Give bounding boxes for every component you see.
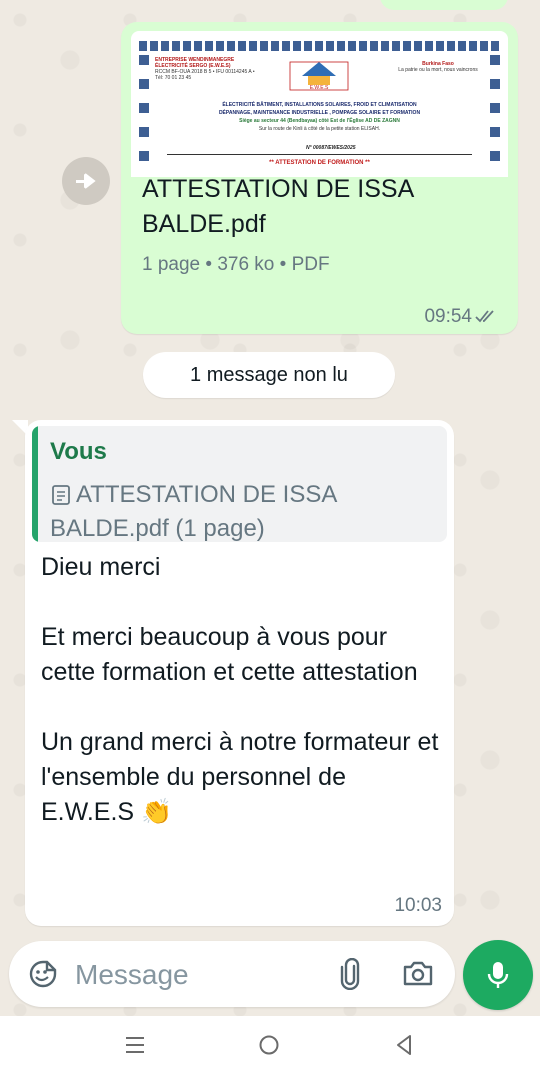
document-meta: 1 page • 376 ko • PDF [142, 254, 330, 275]
camera-icon[interactable] [402, 959, 434, 987]
incoming-message-bubble[interactable]: Vous ATTESTATION DE ISSA BALDE.pdf (1 pa… [25, 420, 454, 926]
svg-text:E.W.E.S: E.W.E.S [310, 85, 329, 91]
recents-icon[interactable] [124, 1034, 146, 1056]
preview-reference: N° 00087/EWES/2025 [306, 145, 356, 151]
emoji-icon[interactable] [28, 959, 58, 989]
attach-icon[interactable] [339, 958, 361, 990]
message-composer[interactable] [9, 941, 455, 1007]
quoted-author: Vous [50, 438, 107, 465]
quoted-text-line: ATTESTATION DE ISSA BALDE.pdf (1 page) [50, 478, 430, 542]
preview-org: ENTREPRISE WENDINMANEGRE ÉLECTRICITÉ SER… [155, 57, 255, 81]
document-icon [52, 485, 70, 505]
document-preview[interactable]: ENTREPRISE WENDINMANEGRE ÉLECTRICITÉ SER… [131, 31, 508, 177]
message-text[interactable]: Dieu merci Et merci beaucoup à vous pour… [41, 550, 441, 830]
back-icon[interactable] [394, 1034, 414, 1056]
forward-icon [76, 173, 96, 189]
preview-border-top [139, 41, 500, 51]
preview-border-right [490, 55, 500, 173]
document-message-bubble[interactable]: ENTREPRISE WENDINMANEGRE ÉLECTRICITÉ SER… [121, 22, 518, 334]
company-logo: E.W.E.S [289, 61, 349, 91]
message-body: Dieu merci Et merci beaucoup à vous pour… [41, 553, 439, 826]
quoted-text: ATTESTATION DE ISSA BALDE.pdf (1 page) [50, 481, 337, 542]
forward-button[interactable] [62, 157, 110, 205]
double-check-icon [475, 310, 494, 323]
preview-country: Burkina Faso La patrie ou la mort, nous … [398, 61, 478, 73]
mic-icon [487, 962, 509, 988]
preview-title: ** ATTESTATION DE FORMATION ** [269, 160, 370, 166]
clapping-emoji: 👏 [141, 798, 173, 826]
quoted-message[interactable]: Vous ATTESTATION DE ISSA BALDE.pdf (1 pa… [32, 426, 447, 542]
preview-divider [167, 154, 472, 155]
preview-border-left [139, 55, 149, 173]
quote-accent-bar [32, 426, 38, 542]
voice-message-button[interactable] [463, 940, 533, 1010]
home-icon[interactable] [258, 1034, 280, 1056]
document-file-name[interactable]: ATTESTATION DE ISSA BALDE.pdf [142, 172, 502, 242]
system-navigation-bar [0, 1016, 540, 1074]
message-input[interactable] [73, 955, 317, 995]
message-time: 09:54 [424, 306, 472, 327]
preview-services: ÉLECTRICITÉ BÂTIMENT, INSTALLATIONS SOLA… [218, 102, 421, 132]
message-time: 10:03 [394, 895, 442, 916]
unread-messages-banner: 1 message non lu [143, 352, 395, 398]
previous-message-bubble[interactable] [380, 0, 508, 10]
